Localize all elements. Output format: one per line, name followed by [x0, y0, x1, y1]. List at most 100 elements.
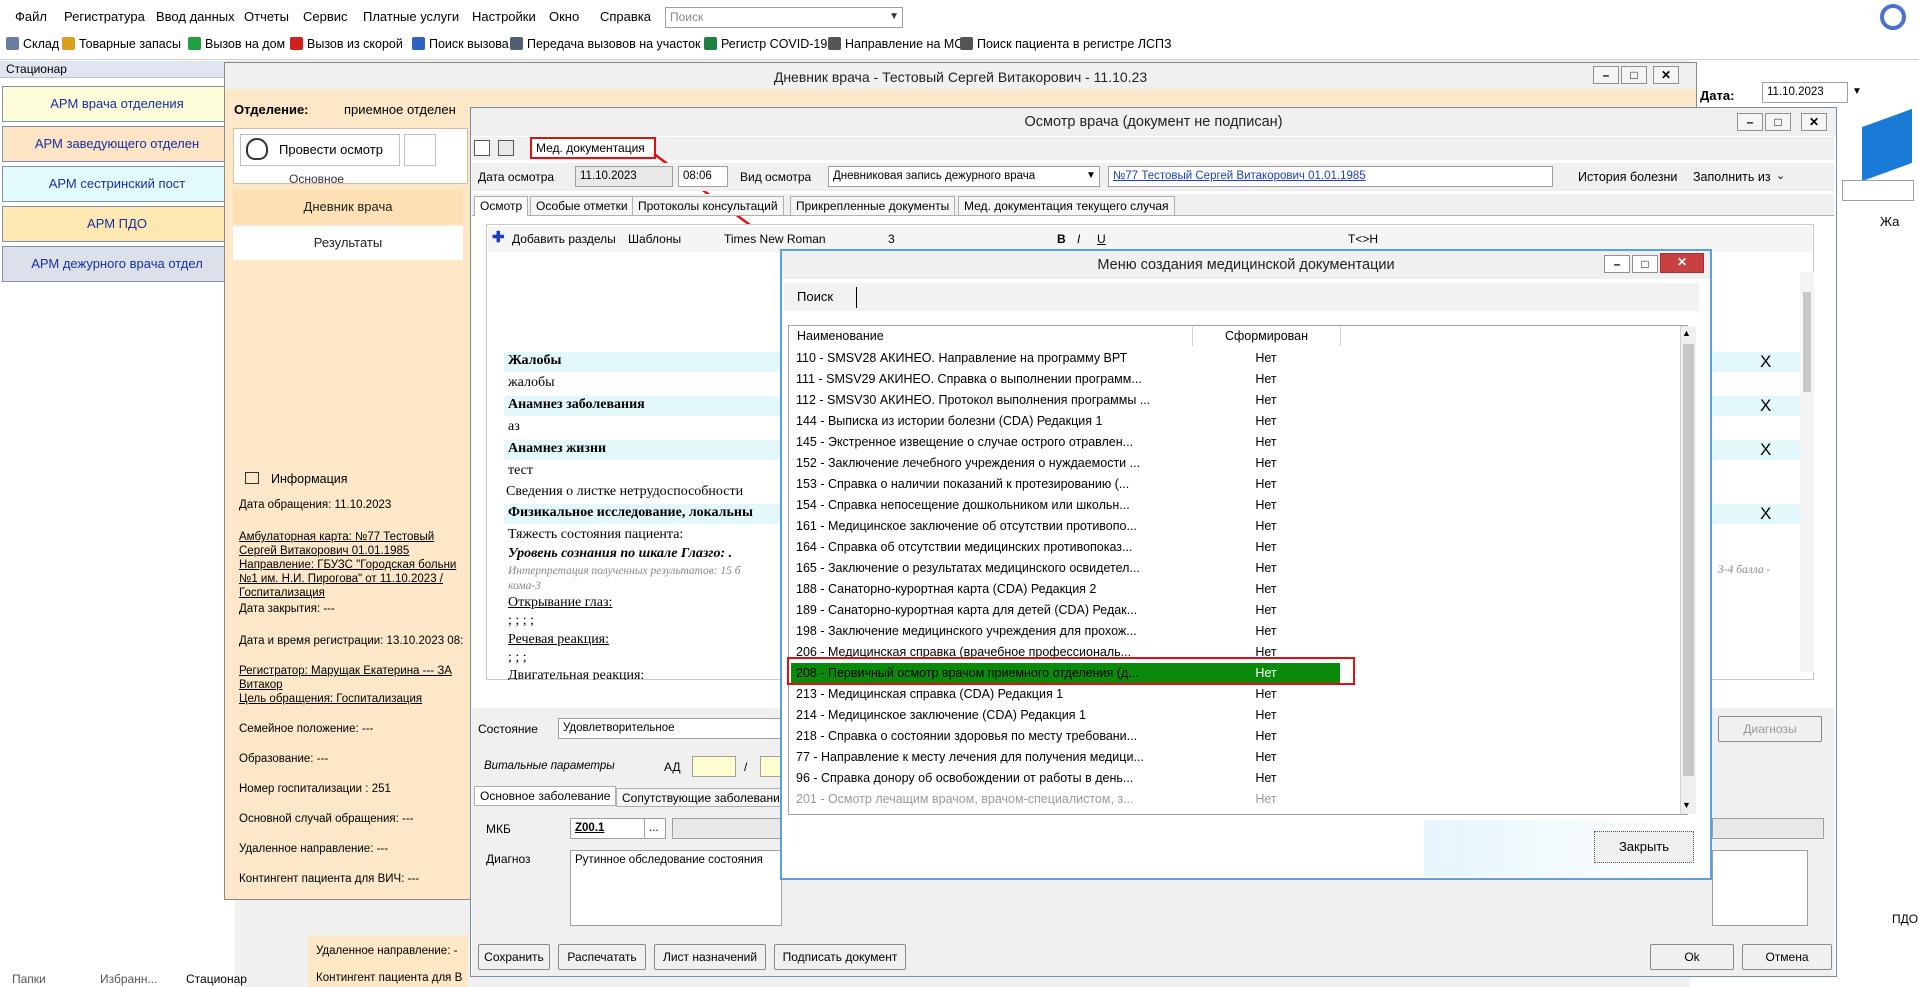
remove-section-icon[interactable]: X: [1760, 440, 1771, 460]
nav-diary[interactable]: Дневник врача: [233, 190, 463, 224]
minimize-icon[interactable]: –: [1737, 113, 1763, 131]
scroll-thumb[interactable]: [1803, 292, 1811, 392]
tab-consult-protocols[interactable]: Протоколы консультаций: [632, 196, 784, 216]
tab-stationary[interactable]: Стационар: [186, 972, 247, 986]
table-row[interactable]: 165 - Заключение о результатах медицинск…: [790, 558, 1670, 579]
chevron-down-icon[interactable]: ▼: [889, 11, 899, 22]
table-row[interactable]: 153 - Справка о наличии показаний к прот…: [790, 474, 1670, 495]
gear-icon[interactable]: [1880, 4, 1906, 30]
close-icon[interactable]: ✕: [1660, 253, 1704, 273]
menu-item[interactable]: Настройки: [472, 9, 536, 24]
maximize-icon[interactable]: □: [1621, 66, 1647, 84]
table-row[interactable]: 161 - Медицинское заключение об отсутств…: [790, 516, 1670, 537]
chevron-down-icon[interactable]: ▼: [1852, 86, 1862, 97]
maximize-icon[interactable]: □: [1632, 255, 1658, 273]
arm-item[interactable]: АРМ ПДО: [2, 206, 232, 242]
close-icon[interactable]: ✕: [1801, 113, 1827, 131]
menu-item[interactable]: Ввод данных: [156, 9, 235, 24]
table-row[interactable]: 77 - Направление к месту лечения для пол…: [790, 747, 1670, 768]
diagnosis-text[interactable]: Рутинное обследование состояния: [570, 850, 782, 926]
tch-button[interactable]: T<>H: [1348, 232, 1378, 246]
exam-date-field[interactable]: 11.10.2023: [575, 166, 673, 187]
toolbar-item[interactable]: Передача вызовов на участок: [510, 37, 701, 51]
table-row[interactable]: 189 - Санаторно-курортная карта для дете…: [790, 600, 1670, 621]
toolbar-item[interactable]: Склад: [6, 37, 59, 51]
table-row[interactable]: 112 - SMSV30 АКИНЕО. Протокол выполнения…: [790, 390, 1670, 411]
fill-from-button[interactable]: Заполнить из: [1693, 170, 1771, 184]
save-button[interactable]: Сохранить: [478, 944, 550, 970]
add-icon[interactable]: ✚: [492, 228, 505, 246]
table-row[interactable]: 201 - Осмотр лечащим врачом, врачом-спец…: [790, 789, 1670, 810]
toolbar-item[interactable]: Поиск вызова: [412, 37, 509, 51]
table-row[interactable]: 214 - Медицинское заключение (CDA) Редак…: [790, 705, 1670, 726]
table-row[interactable]: 111 - SMSV29 АКИНЕО. Справка о выполнени…: [790, 369, 1670, 390]
table-row[interactable]: 152 - Заключение лечебного учреждения о …: [790, 453, 1670, 474]
info-link[interactable]: №1 им. Н.И. Пирогова" от 11.10.2023 /: [239, 573, 443, 585]
print-button[interactable]: Распечатать: [558, 944, 646, 970]
info-link[interactable]: Сергей Витакорович 01.01.1985: [239, 545, 409, 557]
patient-link[interactable]: №77 Тестовый Сергей Витакорович 01.01.19…: [1108, 166, 1553, 187]
tab-attached-docs[interactable]: Прикрепленные документы: [790, 196, 956, 216]
table-row[interactable]: 110 - SMSV28 АКИНЕО. Направление на прог…: [790, 348, 1670, 369]
editor-scrollbar[interactable]: [1800, 272, 1814, 672]
menu-item[interactable]: Отчеты: [244, 9, 289, 24]
minimize-icon[interactable]: –: [1604, 255, 1630, 273]
info-link[interactable]: Цель обращения: Госпитализация: [239, 693, 422, 705]
table-row[interactable]: 154 - Справка непосещение дошкольником и…: [790, 495, 1670, 516]
ok-button[interactable]: Ok: [1650, 944, 1734, 970]
toolbar-item[interactable]: Вызов на дом: [188, 37, 285, 51]
mkb-field[interactable]: Z00.1: [570, 818, 646, 839]
maximize-icon[interactable]: □: [1765, 113, 1791, 131]
right-field[interactable]: [1842, 180, 1914, 201]
font-select[interactable]: Times New Roman: [724, 232, 826, 246]
tab-exam[interactable]: Осмотр: [474, 196, 529, 216]
arm-item[interactable]: АРМ дежурного врача отдел: [2, 246, 232, 282]
med-docs-button[interactable]: Мед. документация: [530, 137, 656, 159]
menu-item[interactable]: Окно: [549, 9, 579, 24]
cancel-button[interactable]: Отмена: [1742, 944, 1832, 970]
menu-item[interactable]: Регистратура: [64, 9, 145, 24]
remove-section-icon[interactable]: X: [1760, 352, 1771, 372]
table-row[interactable]: 213 - Медицинская справка (CDA) Редакция…: [790, 684, 1670, 705]
date-field[interactable]: 11.10.2023: [1762, 82, 1848, 103]
state-select[interactable]: Удовлетворительное: [558, 718, 788, 739]
toolbar-item[interactable]: Вызов из скорой: [290, 37, 403, 51]
table-row[interactable]: 198 - Заключение медицинского учреждения…: [790, 621, 1670, 642]
tab-folders[interactable]: Папки: [12, 972, 46, 986]
info-link[interactable]: Регистратор: Марущак Екатерина --- ЗА: [239, 665, 452, 677]
document-icon[interactable]: [474, 140, 490, 156]
mkb-lookup-button[interactable]: ...: [644, 818, 666, 839]
underline-icon[interactable]: U: [1097, 232, 1106, 246]
table-row[interactable]: 218 - Справка о состоянии здоровья по ме…: [790, 726, 1670, 747]
toolbar-item[interactable]: Товарные запасы: [62, 37, 181, 51]
tab-case-med-docs[interactable]: Мед. документация текущего случая: [958, 196, 1175, 216]
info-link[interactable]: Госпитализация: [239, 587, 325, 599]
nav-results[interactable]: Результаты: [233, 226, 463, 260]
group-button[interactable]: [404, 134, 436, 166]
diagnoses-button[interactable]: Диагнозы: [1718, 716, 1822, 742]
minimize-icon[interactable]: –: [1593, 66, 1619, 84]
italic-icon[interactable]: I: [1077, 232, 1080, 246]
tab-concomitant[interactable]: Сопутствующие заболевания: [616, 788, 782, 807]
menu-item[interactable]: Сервис: [303, 9, 348, 24]
close-button[interactable]: Закрыть: [1594, 831, 1694, 863]
menu-item[interactable]: Справка: [600, 9, 651, 24]
column-header[interactable]: Наименование: [789, 327, 1193, 346]
size-select[interactable]: 3: [888, 232, 895, 246]
chevron-down-icon[interactable]: ▼: [1086, 170, 1096, 181]
sign-document-button[interactable]: Подписать документ: [774, 944, 906, 970]
bold-icon[interactable]: B: [1057, 232, 1066, 246]
remove-section-icon[interactable]: X: [1760, 504, 1771, 524]
diagnosis-text-tail[interactable]: [1712, 850, 1808, 926]
add-sections-button[interactable]: Добавить разделы: [512, 232, 616, 246]
grid-scrollbar[interactable]: ▲ ▼: [1680, 326, 1696, 814]
prescriptions-button[interactable]: Лист назначений: [654, 944, 766, 970]
chevron-down-icon[interactable]: ▼: [1682, 800, 1691, 810]
table-row[interactable]: 144 - Выписка из истории болезни (CDA) Р…: [790, 411, 1670, 432]
scroll-thumb[interactable]: [1683, 344, 1694, 776]
templates-button[interactable]: Шаблоны: [628, 232, 681, 246]
chevron-down-icon[interactable]: ⌄: [1776, 169, 1785, 182]
toolbar-item[interactable]: Направление на МСЭ: [828, 37, 972, 51]
global-search-input[interactable]: Поиск ▼: [665, 7, 903, 28]
close-icon[interactable]: ✕: [1653, 66, 1679, 84]
